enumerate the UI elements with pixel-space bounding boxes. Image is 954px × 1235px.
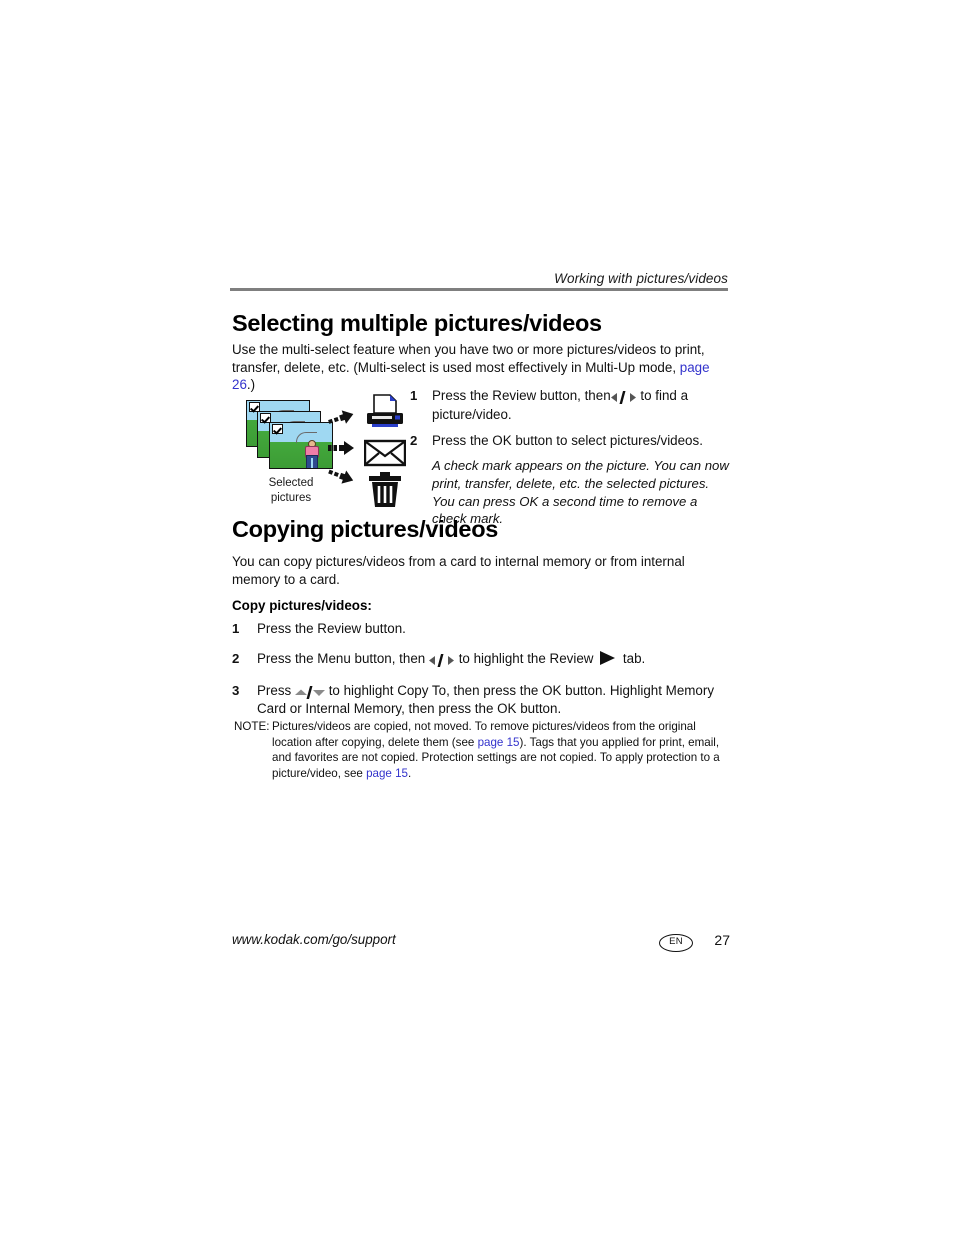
arrow-right-icon xyxy=(326,406,356,429)
note-label: NOTE: xyxy=(234,720,270,733)
language-badge: EN xyxy=(659,934,693,952)
arrow-group xyxy=(328,410,364,492)
step-item: 2 Press the Menu button, then to highlig… xyxy=(232,650,730,670)
step-text: Press the Review button, then xyxy=(432,388,611,403)
section-title-copying: Copying pictures/videos xyxy=(232,516,499,542)
note-text-part3: . xyxy=(408,767,412,781)
note-block: NOTE: Pictures/videos are copied, not mo… xyxy=(234,719,730,782)
steps-list-selecting: 1 Press the Review button, then to find … xyxy=(410,387,732,528)
selected-photo-stack xyxy=(246,400,338,472)
step-text: Press the Menu button, then xyxy=(257,650,426,666)
section-title-selecting: Selecting multiple pictures/videos xyxy=(232,310,602,336)
step-text-cont: to highlight Copy To, then press the OK … xyxy=(257,682,715,717)
illustration-caption: Selected pictures xyxy=(268,477,314,504)
right-triangle-tab-icon xyxy=(599,650,617,670)
running-header: Working with pictures/videos xyxy=(554,271,728,286)
left-right-arrow-icon xyxy=(610,388,637,406)
copy-lead-label: Copy pictures/videos: xyxy=(232,598,372,613)
envelope-icon xyxy=(363,438,407,468)
page-reference-link-15b[interactable]: page 15 xyxy=(366,767,408,780)
intro-text-part1: Use the multi-select feature when you ha… xyxy=(232,342,705,375)
document-page: Working with pictures/videos Selecting m… xyxy=(230,0,730,1235)
left-right-arrow-icon xyxy=(428,651,455,669)
multi-select-illustration: Selected pictures xyxy=(240,388,410,508)
up-down-arrow-icon xyxy=(294,683,325,701)
step-number: 3 xyxy=(232,682,240,698)
footer-support-url[interactable]: www.kodak.com/go/support xyxy=(232,932,396,947)
golfer-figure xyxy=(294,429,328,468)
arrow-right-icon xyxy=(326,464,356,488)
step-item: 3 Press to highlight Copy To, then press… xyxy=(232,682,730,719)
step-text-cont: to highlight the Review xyxy=(458,650,594,666)
step-text-end: tab. xyxy=(622,650,646,666)
photo-thumbnail xyxy=(269,422,333,469)
header-rule xyxy=(230,288,728,291)
step-text: Press xyxy=(257,682,292,698)
step-number: 2 xyxy=(410,432,418,448)
step-text: Press the OK button to select pictures/v… xyxy=(432,432,703,448)
step-text: Press the Review button. xyxy=(257,621,406,636)
check-mark-icon xyxy=(272,424,283,434)
step-item: 2 Press the OK button to select pictures… xyxy=(410,432,732,450)
steps-list-copying: 1 Press the Review button. 2 Press the M… xyxy=(232,620,730,730)
page-reference-link-15a[interactable]: page 15 xyxy=(478,736,520,749)
page-number: 27 xyxy=(714,932,730,948)
note-body: Pictures/videos are copied, not moved. T… xyxy=(234,719,730,782)
arrow-right-icon xyxy=(328,440,354,456)
step-number: 2 xyxy=(232,650,240,666)
page-footer: www.kodak.com/go/support EN 27 xyxy=(232,932,730,954)
step-number: 1 xyxy=(232,621,240,636)
step-item: 1 Press the Review button, then to find … xyxy=(410,387,732,424)
destination-icon-column xyxy=(362,388,410,508)
step-item: 1 Press the Review button. xyxy=(232,620,730,638)
trash-icon xyxy=(368,472,402,508)
printer-icon xyxy=(364,394,406,430)
section-intro-copying: You can copy pictures/videos from a card… xyxy=(232,554,685,587)
step-number: 1 xyxy=(410,388,418,403)
section-intro-selecting: Use the multi-select feature when you ha… xyxy=(232,341,732,394)
